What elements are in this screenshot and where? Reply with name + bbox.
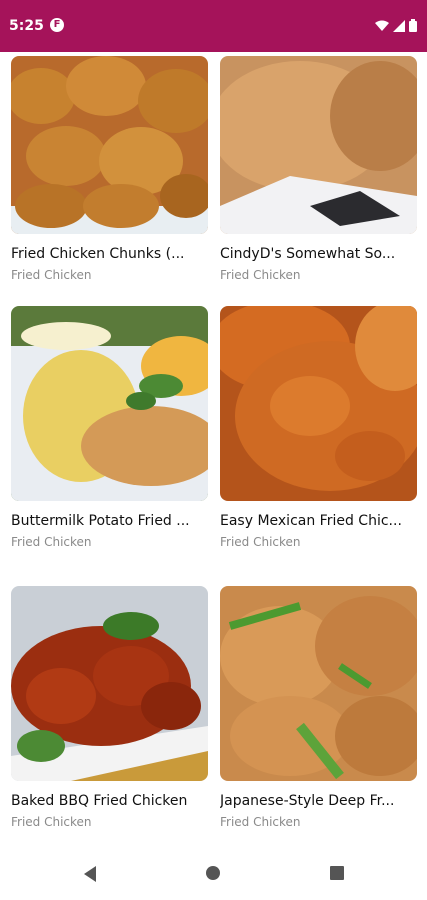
recents-icon[interactable] xyxy=(329,865,349,885)
status-bar: 5:25 F xyxy=(0,0,427,52)
recipe-title: Baked BBQ Fried Chicken xyxy=(11,793,188,809)
recipe-card[interactable]: Baked BBQ Fried Chicken Fried Chicken xyxy=(11,586,208,829)
recipe-category: Fried Chicken xyxy=(220,815,301,829)
navigation-bar xyxy=(0,850,427,900)
recipe-image xyxy=(11,306,208,501)
recipe-image xyxy=(11,586,208,781)
status-icons xyxy=(375,17,417,36)
back-icon[interactable] xyxy=(82,865,102,885)
recipe-image xyxy=(220,306,417,501)
recipe-card[interactable]: CindyD's Somewhat So... Fried Chicken xyxy=(220,56,417,282)
recipe-image xyxy=(11,56,208,234)
recipe-category: Fried Chicken xyxy=(220,268,301,282)
status-time: 5:25 xyxy=(9,18,44,34)
recipe-title: Japanese-Style Deep Fr... xyxy=(220,793,395,809)
battery-icon xyxy=(409,17,417,36)
recipe-grid[interactable]: Fried Chicken Chunks (... Fried Chicken … xyxy=(0,52,427,842)
recipe-card[interactable]: Fried Chicken Chunks (... Fried Chicken xyxy=(11,56,208,282)
home-icon[interactable] xyxy=(205,865,225,885)
recipe-card[interactable]: Buttermilk Potato Fried ... Fried Chicke… xyxy=(11,306,208,549)
recipe-category: Fried Chicken xyxy=(11,535,92,549)
recipe-category: Fried Chicken xyxy=(11,815,92,829)
recipe-image xyxy=(220,56,417,234)
app-notification-icon: F xyxy=(50,18,64,32)
recipe-card[interactable]: Japanese-Style Deep Fr... Fried Chicken xyxy=(220,586,417,829)
recipe-title: Fried Chicken Chunks (... xyxy=(11,246,185,262)
recipe-image xyxy=(220,586,417,781)
recipe-title: Buttermilk Potato Fried ... xyxy=(11,513,190,529)
recipe-category: Fried Chicken xyxy=(220,535,301,549)
recipe-title: CindyD's Somewhat So... xyxy=(220,246,396,262)
wifi-icon xyxy=(375,17,389,36)
recipe-card[interactable]: Easy Mexican Fried Chic... Fried Chicken xyxy=(220,306,417,549)
recipe-title: Easy Mexican Fried Chic... xyxy=(220,513,402,529)
cell-signal-icon xyxy=(393,17,405,36)
recipe-category: Fried Chicken xyxy=(11,268,92,282)
